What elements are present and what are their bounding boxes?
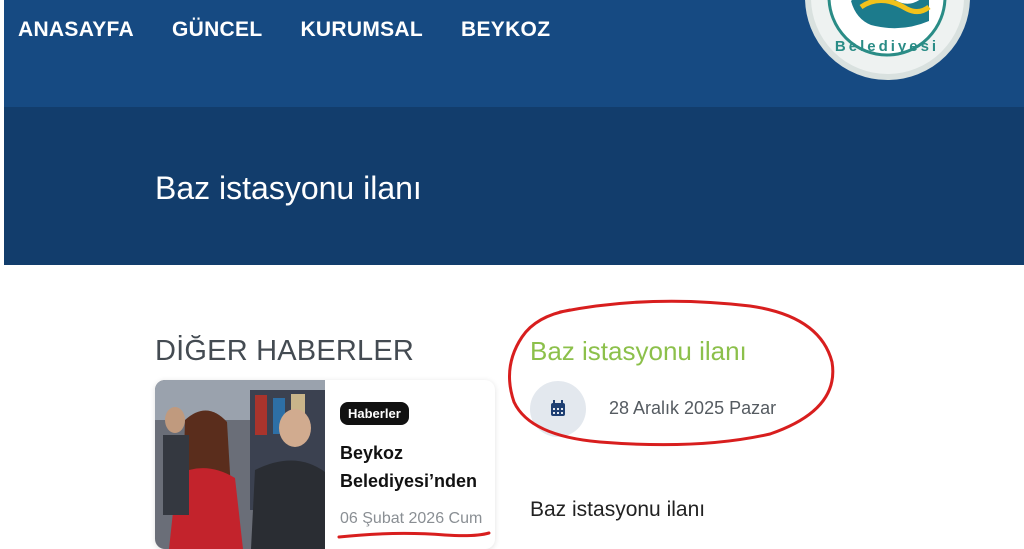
news-card-body: Haberler Beykoz Belediyesi’nden: [340, 402, 495, 495]
page-title: Baz istasyonu ilanı: [155, 170, 422, 206]
page-banner: Baz istasyonu ilanı: [4, 107, 1024, 265]
news-card[interactable]: Haberler Beykoz Belediyesi’nden 06 Şubat…: [155, 380, 495, 549]
other-news-heading: DİĞER HABERLER: [155, 335, 415, 367]
detail-body-text: Baz istasyonu ilanı: [530, 498, 706, 521]
red-circle-annotation: [508, 299, 835, 447]
logo-text: Belediyesi: [835, 38, 939, 55]
nav-guncel[interactable]: GÜNCEL: [172, 18, 262, 42]
red-underline-annotation: [337, 531, 491, 539]
nav-anasayfa[interactable]: ANASAYFA: [18, 18, 134, 42]
municipality-logo[interactable]: Belediyesi: [805, 0, 970, 80]
news-title[interactable]: Beykoz Belediyesi’nden: [340, 439, 495, 495]
news-photo: [155, 380, 325, 549]
news-date: 06 Şubat 2026 Cum: [340, 510, 483, 527]
nav-beykoz[interactable]: BEYKOZ: [461, 18, 550, 42]
logo-emblem-icon: Belediyesi: [827, 0, 947, 57]
main-nav: ANASAYFA GÜNCEL KURUMSAL BEYKOZ: [18, 18, 588, 42]
category-badge[interactable]: Haberler: [340, 402, 409, 425]
nav-kurumsal[interactable]: KURUMSAL: [300, 18, 423, 42]
